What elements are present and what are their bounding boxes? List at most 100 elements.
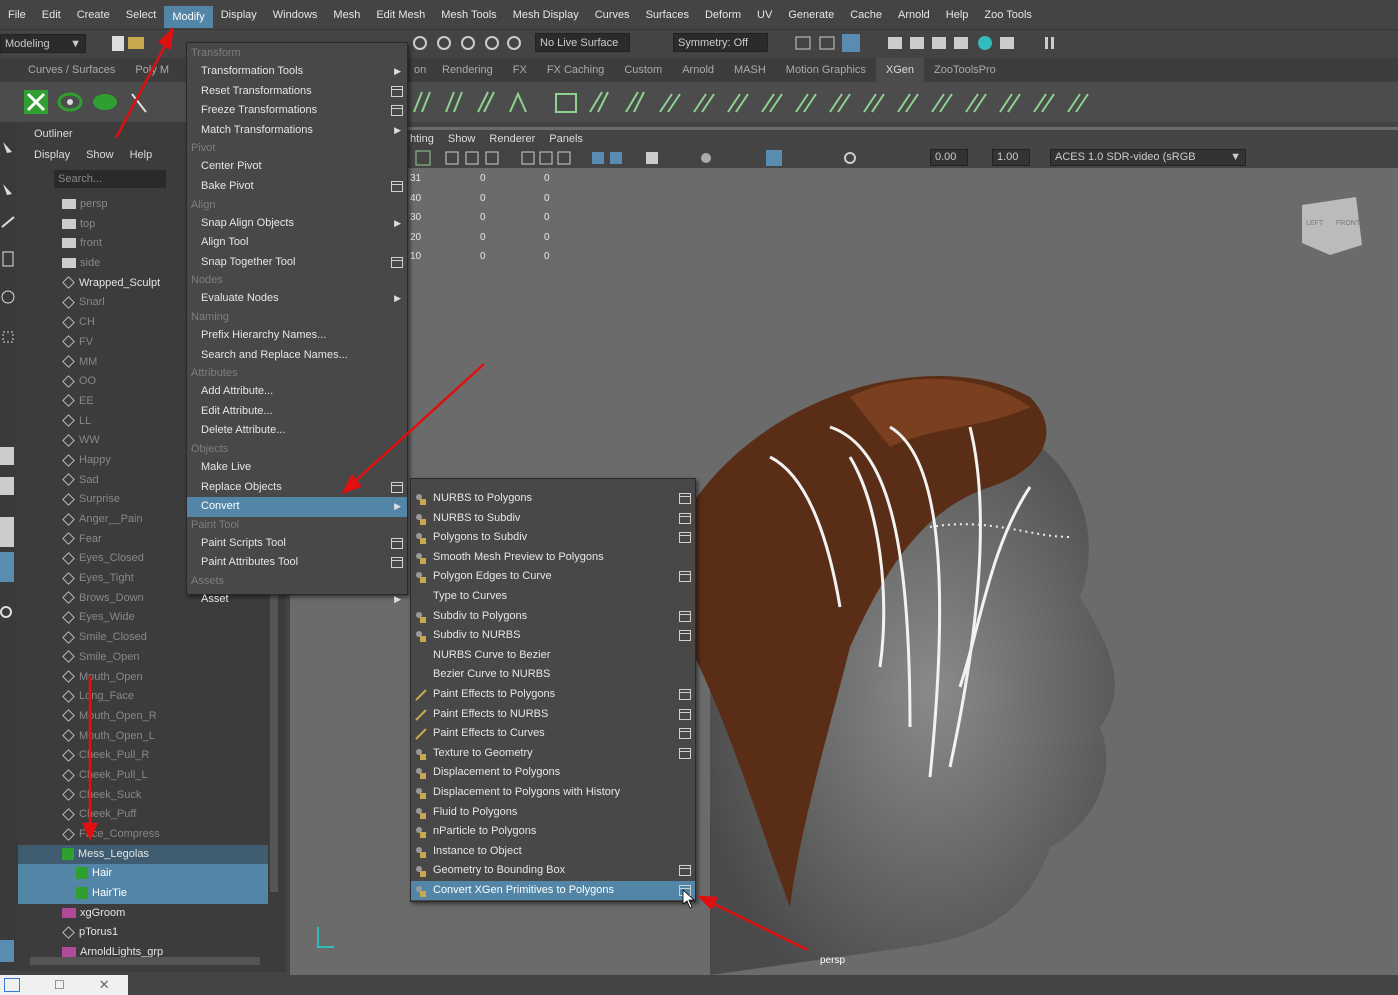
option-box-icon[interactable]	[679, 512, 691, 524]
option-box-icon[interactable]	[391, 537, 403, 549]
menu-cache[interactable]: Cache	[842, 0, 890, 30]
menu-item-snap-align-objects[interactable]: Snap Align Objects ▶	[187, 214, 407, 234]
menu-item-center-pivot[interactable]: Center Pivot	[187, 157, 407, 177]
menu-item-edit-attribute[interactable]: Edit Attribute...	[187, 402, 407, 422]
menu-create[interactable]: Create	[69, 0, 118, 30]
outliner-item[interactable]: Cheek_Puff	[18, 805, 268, 825]
open-scene-icon[interactable]	[128, 37, 144, 49]
viewport-menu-lighting[interactable]: hting	[410, 133, 434, 145]
menu-item-delete-attribute[interactable]: Delete Attribute...	[187, 421, 407, 441]
tab-poly-modeling[interactable]: Poly M	[125, 58, 179, 82]
menu-item-snap-together-tool[interactable]: Snap Together Tool	[187, 253, 407, 273]
tab-custom[interactable]: Custom	[614, 58, 672, 82]
gamma-field[interactable]: 1.00	[992, 149, 1030, 166]
menu-select[interactable]: Select	[118, 0, 165, 30]
convert-item[interactable]: NURBS Curve to Bezier	[411, 646, 695, 666]
new-scene-icon[interactable]	[112, 35, 124, 51]
convert-item[interactable]: Instance to Object	[411, 842, 695, 862]
menu-item-paint-scripts-tool[interactable]: Paint Scripts Tool	[187, 534, 407, 554]
menu-item-bake-pivot[interactable]: Bake Pivot	[187, 177, 407, 197]
menu-edit[interactable]: Edit	[34, 0, 69, 30]
render-icons[interactable]	[790, 33, 1110, 53]
option-box-icon[interactable]	[679, 728, 691, 740]
outliner-menu-show[interactable]: Show	[86, 149, 114, 161]
menu-item-reset-transformations[interactable]: Reset Transformations	[187, 82, 407, 102]
option-box-icon[interactable]	[391, 557, 403, 569]
outliner-item[interactable]: Eyes_Wide	[18, 608, 268, 628]
menu-generate[interactable]: Generate	[780, 0, 842, 30]
menu-item-asset[interactable]: Asset ▶	[187, 590, 407, 610]
outliner-item[interactable]: HairTie	[18, 884, 268, 904]
outliner-item[interactable]: Mouth_Open	[18, 668, 268, 688]
menu-item-align-tool[interactable]: Align Tool	[187, 233, 407, 253]
outliner-item[interactable]: Cheek_Pull_L	[18, 766, 268, 786]
menu-item-transformation-tools[interactable]: Transformation Tools ▶	[187, 62, 407, 82]
menu-surfaces[interactable]: Surfaces	[638, 0, 697, 30]
outliner-item[interactable]: Face_Compress	[18, 825, 268, 845]
convert-item[interactable]: NURBS to Subdiv	[411, 509, 695, 529]
convert-item[interactable]: Paint Effects to Curves	[411, 724, 695, 744]
tab-curves-surfaces[interactable]: Curves / Surfaces	[18, 58, 125, 82]
viewport-toolbar-icons[interactable]	[410, 149, 910, 167]
convert-item[interactable]: Paint Effects to NURBS	[411, 705, 695, 725]
xgen-tool-icons[interactable]	[408, 86, 1108, 118]
menu-file[interactable]: File	[0, 0, 34, 30]
menu-item-prefix-hierarchy-names[interactable]: Prefix Hierarchy Names...	[187, 326, 407, 346]
symmetry-dropdown[interactable]: Symmetry: Off	[673, 33, 768, 52]
option-box-icon[interactable]	[679, 610, 691, 622]
convert-item[interactable]: Polygons to Subdiv	[411, 528, 695, 548]
convert-item[interactable]: Paint Effects to Polygons	[411, 685, 695, 705]
tab-fx-caching[interactable]: FX Caching	[537, 58, 614, 82]
menu-item-add-attribute[interactable]: Add Attribute...	[187, 382, 407, 402]
menu-item-evaluate-nodes[interactable]: Evaluate Nodes ▶	[187, 289, 407, 309]
convert-item[interactable]: Texture to Geometry	[411, 744, 695, 764]
convert-item[interactable]: Subdiv to Polygons	[411, 607, 695, 627]
menu-edit-mesh[interactable]: Edit Mesh	[368, 0, 433, 30]
option-box-icon[interactable]	[679, 708, 691, 720]
tab-zootoolspro[interactable]: ZooToolsPro	[924, 58, 1006, 82]
option-box-icon[interactable]	[391, 85, 403, 97]
menu-mesh-tools[interactable]: Mesh Tools	[433, 0, 504, 30]
outliner-hscrollbar[interactable]	[30, 957, 260, 965]
option-box-icon[interactable]	[391, 256, 403, 268]
tab-fx[interactable]: FX	[503, 58, 537, 82]
outliner-item[interactable]: xgGroom	[18, 904, 268, 924]
option-box-icon[interactable]	[391, 105, 403, 117]
option-box-icon[interactable]	[679, 571, 691, 583]
convert-item[interactable]: Type to Curves	[411, 587, 695, 607]
convert-item[interactable]: Smooth Mesh Preview to Polygons	[411, 548, 695, 568]
option-box-icon[interactable]	[679, 493, 691, 504]
outliner-item[interactable]: Cheek_Pull_R	[18, 746, 268, 766]
option-box-icon[interactable]	[391, 481, 403, 493]
outliner-menu-help[interactable]: Help	[130, 149, 153, 161]
menu-zoo-tools[interactable]: Zoo Tools	[976, 0, 1040, 30]
tab-rendering[interactable]: Rendering	[432, 58, 503, 82]
viewport-menu-renderer[interactable]: Renderer	[489, 133, 535, 145]
shelf-left-icons[interactable]	[20, 88, 160, 118]
convert-item[interactable]: Displacement to Polygons	[411, 763, 695, 783]
outliner-item[interactable]: Cheek_Suck	[18, 786, 268, 806]
viewport-menu-panels[interactable]: Panels	[549, 133, 583, 145]
outliner-item[interactable]: Mouth_Open_L	[18, 727, 268, 747]
option-box-icon[interactable]	[679, 865, 691, 877]
exposure-field[interactable]: 0.00	[930, 149, 968, 166]
outliner-item[interactable]: Mouth_Open_R	[18, 707, 268, 727]
convert-item[interactable]: Polygon Edges to Curve	[411, 567, 695, 587]
menu-windows[interactable]: Windows	[265, 0, 326, 30]
outliner-item[interactable]: pTorus1	[18, 923, 268, 943]
convert-item[interactable]: Fluid to Polygons	[411, 803, 695, 823]
menu-mesh[interactable]: Mesh	[325, 0, 368, 30]
outliner-scrollbar[interactable]	[270, 592, 278, 892]
option-box-icon[interactable]	[391, 180, 403, 192]
menu-arnold[interactable]: Arnold	[890, 0, 938, 30]
option-box-icon[interactable]	[679, 532, 691, 544]
menu-display[interactable]: Display	[213, 0, 265, 30]
menu-deform[interactable]: Deform	[697, 0, 749, 30]
mode-dropdown[interactable]: Modeling ▼	[0, 33, 86, 53]
colorspace-dropdown[interactable]: ACES 1.0 SDR-video (sRGB ▼	[1050, 149, 1246, 166]
menu-item-replace-objects[interactable]: Replace Objects	[187, 478, 407, 498]
tab-xgen[interactable]: XGen	[875, 58, 925, 82]
menu-help[interactable]: Help	[938, 0, 977, 30]
menu-item-make-live[interactable]: Make Live	[187, 458, 407, 478]
outliner-search-input[interactable]: Search...	[54, 170, 166, 188]
